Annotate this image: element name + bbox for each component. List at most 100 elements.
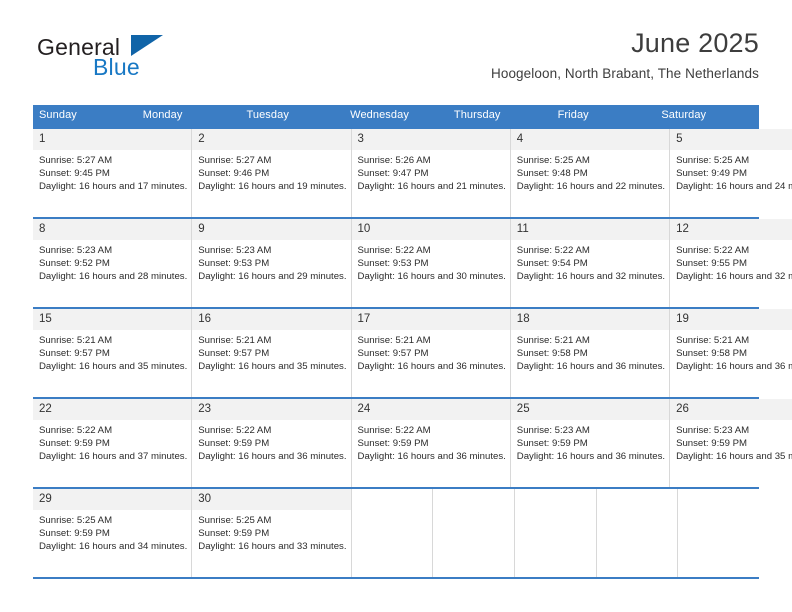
- sunset-text: Sunset: 9:59 PM: [39, 438, 110, 450]
- day-number: 8: [33, 219, 192, 240]
- page-header: General Blue June 2025 Hoogeloon, North …: [33, 26, 759, 98]
- day-sun-info: Sunrise: 5:22 AM Sunset: 9:59 PM Daylight:…: [192, 420, 350, 468]
- calendar-day-cell[interactable]: 12 Sunrise: 5:22 AM Sunset: 9:55 PM Dayligh…: [670, 219, 792, 307]
- sunrise-text: Sunrise: 5:22 AM: [357, 425, 431, 436]
- sunset-text: Sunset: 9:59 PM: [676, 438, 747, 450]
- calendar-day-cell[interactable]: 4 Sunrise: 5:25 AM Sunset: 9:48 PM Daylight…: [510, 129, 671, 217]
- calendar-day-cell[interactable]: 2 Sunrise: 5:27 AM Sunset: 9:46 PM Daylight…: [192, 129, 352, 217]
- calendar-day-cell[interactable]: 30 Sunrise: 5:25 AM Sunset: 9:59 PM Dayligh…: [192, 489, 352, 577]
- calendar-day-cell[interactable]: 19 Sunrise: 5:21 AM Sunset: 9:58 PM Dayligh…: [670, 309, 792, 397]
- sunset-text: Sunset: 9:52 PM: [39, 258, 110, 270]
- calendar-day-cell[interactable]: 29 Sunrise: 5:25 AM Sunset: 9:59 PM Dayligh…: [33, 489, 193, 577]
- sunrise-text: Sunrise: 5:21 AM: [39, 335, 113, 346]
- daylight-text: Daylight: 16 hours and 32 minutes.: [676, 271, 792, 283]
- day-sun-info: Sunrise: 5:22 AM Sunset: 9:53 PM Daylight:…: [352, 240, 510, 288]
- calendar-day-cell[interactable]: 1 Sunrise: 5:27 AM Sunset: 9:45 PM Daylight…: [33, 129, 193, 217]
- daylight-text: Daylight: 16 hours and 36 minutes.: [516, 361, 666, 373]
- calendar-day-cell[interactable]: 26 Sunrise: 5:23 AM Sunset: 9:59 PM Dayligh…: [670, 399, 792, 487]
- day-number: 2: [192, 129, 351, 150]
- day-number: 15: [33, 309, 192, 330]
- sunset-text: Sunset: 9:55 PM: [676, 258, 747, 270]
- calendar-day-cell[interactable]: 11 Sunrise: 5:22 AM Sunset: 9:54 PM Dayligh…: [510, 219, 671, 307]
- day-sun-info: Sunrise: 5:23 AM Sunset: 9:59 PM Daylight:…: [670, 420, 792, 468]
- day-sun-info: Sunrise: 5:27 AM Sunset: 9:46 PM Daylight:…: [192, 150, 350, 198]
- day-number: [433, 489, 514, 510]
- sunset-text: Sunset: 9:57 PM: [39, 348, 110, 360]
- day-number: [351, 489, 433, 510]
- calendar-day-cell-empty: [514, 489, 597, 577]
- triangle-icon: [131, 35, 163, 56]
- page-title: June 2025: [631, 28, 759, 58]
- calendar-day-cell[interactable]: 18 Sunrise: 5:21 AM Sunset: 9:58 PM Dayligh…: [510, 309, 671, 397]
- daylight-text: Daylight: 16 hours and 33 minutes.: [198, 541, 347, 553]
- calendar-day-cell[interactable]: 5 Sunrise: 5:25 AM Sunset: 9:49 PM Daylight…: [670, 129, 792, 217]
- day-number: 11: [510, 219, 670, 240]
- daylight-text: Daylight: 16 hours and 36 minutes.: [357, 451, 506, 463]
- day-number: 10: [351, 219, 510, 240]
- calendar-day-cell[interactable]: 23 Sunrise: 5:22 AM Sunset: 9:59 PM Dayligh…: [192, 399, 352, 487]
- calendar-day-cell[interactable]: 22 Sunrise: 5:22 AM Sunset: 9:59 PM Dayligh…: [33, 399, 193, 487]
- sunrise-text: Sunrise: 5:23 AM: [198, 245, 272, 256]
- daylight-text: Daylight: 16 hours and 29 minutes.: [198, 271, 347, 283]
- calendar-day-cell[interactable]: 15 Sunrise: 5:21 AM Sunset: 9:57 PM Dayligh…: [33, 309, 193, 397]
- calendar-week-row: 29 Sunrise: 5:25 AM Sunset: 9:59 PM Dayligh…: [33, 487, 759, 579]
- day-sun-info: Sunrise: 5:21 AM Sunset: 9:57 PM Daylight:…: [352, 330, 510, 378]
- weekday-header-friday: Friday: [557, 109, 589, 121]
- day-sun-info: Sunrise: 5:27 AM Sunset: 9:45 PM Daylight:…: [33, 150, 191, 198]
- calendar-day-cell[interactable]: 16 Sunrise: 5:21 AM Sunset: 9:57 PM Dayligh…: [192, 309, 352, 397]
- calendar-day-cell[interactable]: 24 Sunrise: 5:22 AM Sunset: 9:59 PM Dayligh…: [351, 399, 511, 487]
- day-number: 12: [670, 219, 792, 240]
- day-number: 9: [192, 219, 351, 240]
- general-blue-logo[interactable]: General Blue: [33, 34, 203, 90]
- calendar-day-cell[interactable]: 9 Sunrise: 5:23 AM Sunset: 9:53 PM Daylight…: [192, 219, 352, 307]
- calendar-day-cell[interactable]: 3 Sunrise: 5:26 AM Sunset: 9:47 PM Daylight…: [351, 129, 511, 217]
- day-sun-info: Sunrise: 5:21 AM Sunset: 9:58 PM Daylight:…: [511, 330, 669, 378]
- weekday-header-saturday: Saturday: [661, 109, 707, 121]
- sunrise-text: Sunrise: 5:22 AM: [198, 425, 272, 436]
- day-number: 1: [33, 129, 192, 150]
- day-sun-info: Sunrise: 5:21 AM Sunset: 9:57 PM Daylight:…: [192, 330, 350, 378]
- day-number: 25: [510, 399, 670, 420]
- calendar-day-cell[interactable]: 10 Sunrise: 5:22 AM Sunset: 9:53 PM Dayligh…: [351, 219, 511, 307]
- sunrise-text: Sunrise: 5:21 AM: [676, 335, 750, 346]
- daylight-text: Daylight: 16 hours and 32 minutes.: [516, 271, 666, 283]
- sunset-text: Sunset: 9:47 PM: [357, 168, 429, 180]
- sunset-text: Sunset: 9:48 PM: [516, 168, 588, 180]
- sunset-text: Sunset: 9:59 PM: [516, 438, 588, 450]
- calendar-body: 1 Sunrise: 5:27 AM Sunset: 9:45 PM Daylight…: [33, 127, 792, 579]
- day-number: 19: [670, 309, 792, 330]
- calendar-page: General Blue June 2025 Hoogeloon, North …: [0, 0, 792, 612]
- calendar-week-row: 1 Sunrise: 5:27 AM Sunset: 9:45 PM Daylight…: [33, 127, 792, 217]
- day-sun-info: Sunrise: 5:26 AM Sunset: 9:47 PM Daylight:…: [352, 150, 510, 198]
- sunrise-text: Sunrise: 5:23 AM: [516, 425, 590, 436]
- sunset-text: Sunset: 9:57 PM: [198, 348, 270, 360]
- daylight-text: Daylight: 16 hours and 19 minutes.: [198, 181, 347, 193]
- sunrise-text: Sunrise: 5:25 AM: [516, 155, 590, 166]
- sunrise-text: Sunrise: 5:25 AM: [676, 155, 750, 166]
- calendar-day-cell[interactable]: 25 Sunrise: 5:23 AM Sunset: 9:59 PM Dayligh…: [510, 399, 671, 487]
- day-sun-info: Sunrise: 5:23 AM Sunset: 9:59 PM Daylight:…: [511, 420, 669, 468]
- sunrise-text: Sunrise: 5:25 AM: [198, 515, 272, 526]
- logo-text-blue: Blue: [93, 54, 140, 80]
- day-sun-info: Sunrise: 5:25 AM Sunset: 9:49 PM Daylight:…: [670, 150, 792, 198]
- daylight-text: Daylight: 16 hours and 24 minutes.: [676, 181, 792, 193]
- daylight-text: Daylight: 16 hours and 22 minutes.: [516, 181, 666, 193]
- calendar-day-cell[interactable]: 17 Sunrise: 5:21 AM Sunset: 9:57 PM Dayligh…: [351, 309, 511, 397]
- sunrise-text: Sunrise: 5:21 AM: [357, 335, 431, 346]
- sunrise-text: Sunrise: 5:25 AM: [39, 515, 113, 526]
- day-number: 16: [192, 309, 351, 330]
- sunrise-text: Sunrise: 5:27 AM: [39, 155, 113, 166]
- calendar-day-cell[interactable]: 8 Sunrise: 5:23 AM Sunset: 9:52 PM Daylight…: [33, 219, 193, 307]
- sunset-text: Sunset: 9:45 PM: [39, 168, 110, 180]
- calendar-week-row: 15 Sunrise: 5:21 AM Sunset: 9:57 PM Dayligh…: [33, 307, 792, 397]
- weekday-header-thursday: Thursday: [453, 109, 501, 121]
- weekday-header-sunday: Sunday: [39, 109, 77, 121]
- sunrise-text: Sunrise: 5:22 AM: [676, 245, 750, 256]
- sunrise-text: Sunrise: 5:22 AM: [39, 425, 113, 436]
- calendar-week-row: 22 Sunrise: 5:22 AM Sunset: 9:59 PM Dayligh…: [33, 397, 792, 487]
- daylight-text: Daylight: 16 hours and 36 minutes.: [676, 361, 792, 373]
- day-number: [678, 489, 759, 510]
- day-sun-info: Sunrise: 5:25 AM Sunset: 9:59 PM Daylight:…: [192, 510, 350, 558]
- day-sun-info: Sunrise: 5:25 AM Sunset: 9:59 PM Daylight:…: [33, 510, 191, 558]
- day-number: 30: [192, 489, 351, 510]
